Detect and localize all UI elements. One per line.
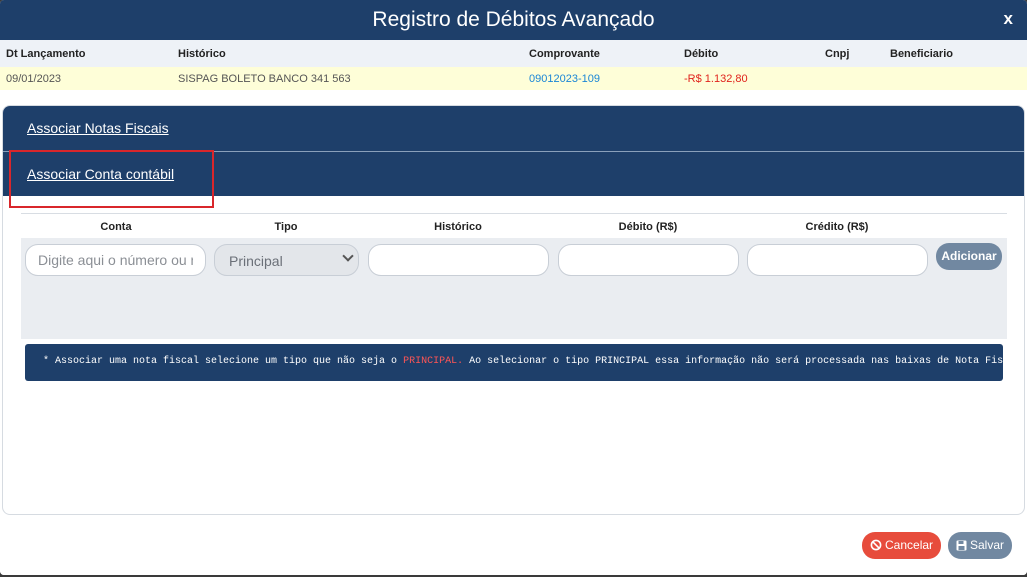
add-button[interactable]: Adicionar	[936, 243, 1002, 270]
highlight-box	[9, 150, 214, 208]
cell-debito: -R$ 1.132,80	[684, 73, 748, 85]
credito-field-wrapper	[747, 244, 928, 276]
table-row: 09/01/2023 SISPAG BOLETO BANCO 341 563 0…	[0, 67, 1027, 90]
form-header-conta: Conta	[100, 221, 132, 233]
tipo-select[interactable]: Principal	[214, 244, 359, 276]
form-header-historico: Histórico	[434, 221, 482, 233]
conta-input[interactable]	[26, 245, 205, 275]
cell-dt-lancamento: 09/01/2023	[6, 73, 62, 85]
floppy-disk-icon	[956, 540, 967, 551]
form-header-tipo: Tipo	[274, 221, 298, 233]
column-header-historico: Histórico	[178, 48, 226, 60]
historico-field-wrapper	[368, 244, 549, 276]
debito-field-wrapper	[558, 244, 739, 276]
note-prefix: * Associar uma nota fiscal selecione um …	[43, 356, 404, 367]
form-header: Conta Tipo Histórico Débito (R$) Crédito…	[21, 214, 1007, 238]
ban-icon	[870, 539, 882, 551]
modal-title: Registro de Débitos Avançado	[372, 8, 655, 31]
column-header-beneficiario: Beneficiario	[890, 48, 953, 60]
associar-notas-fiscais-link[interactable]: Associar Notas Fiscais	[27, 120, 169, 136]
save-button[interactable]: Salvar	[948, 532, 1012, 559]
historico-input[interactable]	[369, 245, 548, 275]
cell-historico: SISPAG BOLETO BANCO 341 563	[178, 73, 351, 85]
chevron-down-icon	[342, 250, 354, 262]
form-header-credito: Crédito (R$)	[805, 221, 869, 233]
note-suffix: Ao selecionar o tipo PRINCIPAL essa info…	[463, 356, 1003, 367]
tipo-selected-value: Principal	[229, 253, 283, 269]
close-icon[interactable]: x	[1004, 9, 1013, 29]
accordion-notas-fiscais: Associar Notas Fiscais	[3, 106, 1024, 151]
cell-comprovante-link[interactable]: 09012023-109	[529, 73, 600, 85]
credito-input[interactable]	[748, 245, 927, 275]
modal-footer: Cancelar Salvar	[0, 516, 1027, 575]
form-header-debito: Débito (R$)	[618, 221, 678, 233]
column-header-comprovante: Comprovante	[529, 48, 600, 60]
conta-field-wrapper	[25, 244, 206, 276]
save-label: Salvar	[970, 538, 1005, 552]
cancel-button[interactable]: Cancelar	[862, 532, 941, 559]
note-highlight: PRINCIPAL.	[403, 356, 464, 367]
column-header-dt-lancamento: Dt Lançamento	[6, 48, 86, 60]
modal-header: Registro de Débitos Avançado x	[0, 0, 1027, 40]
debit-register-modal: Registro de Débitos Avançado x Dt Lançam…	[0, 0, 1027, 575]
cancel-label: Cancelar	[885, 538, 934, 552]
account-entry-form: Conta Tipo Histórico Débito (R$) Crédito…	[21, 213, 1007, 339]
grid-header: Dt Lançamento Histórico Comprovante Débi…	[0, 40, 1027, 67]
column-header-debito: Débito	[684, 48, 719, 60]
debito-input[interactable]	[559, 245, 738, 275]
column-header-cnpj: Cnpj	[825, 48, 850, 60]
info-note: * Associar uma nota fiscal selecione um …	[25, 344, 1003, 381]
